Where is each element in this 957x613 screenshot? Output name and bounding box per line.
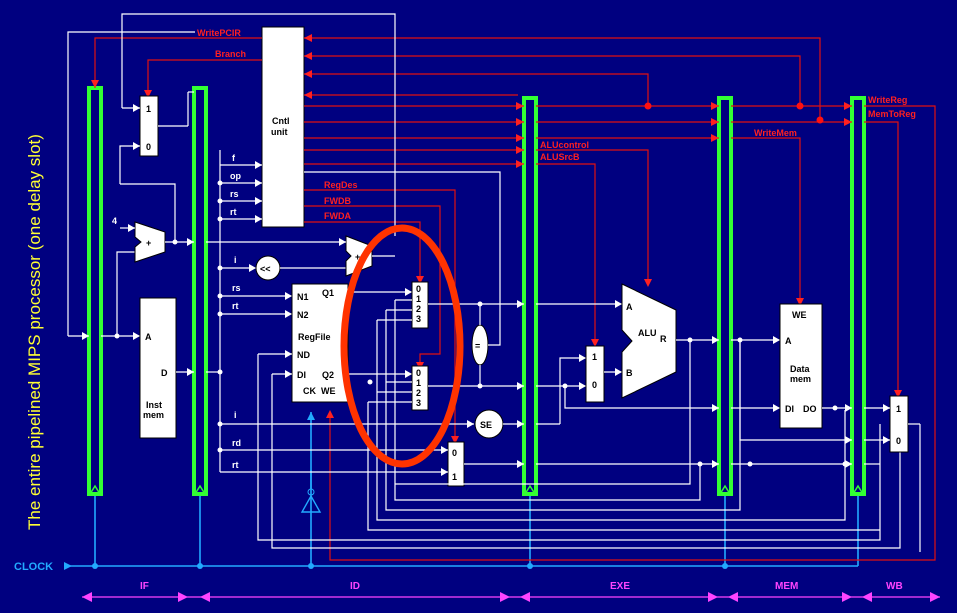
- sig-alucontrol: ALUcontrol: [540, 140, 589, 150]
- id-exe-register: [522, 96, 538, 496]
- svg-text:ND: ND: [297, 350, 310, 360]
- pipeline-diagram: The entire pipelined MIPS processor (one…: [0, 0, 957, 613]
- svg-text:A: A: [785, 336, 792, 346]
- svg-text:+: +: [146, 238, 151, 248]
- sig-fwdb: FWDB: [324, 196, 351, 206]
- sig-memtoreg: MemToReg: [868, 109, 916, 119]
- svg-text:DO: DO: [803, 404, 817, 414]
- svg-text:A: A: [626, 302, 633, 312]
- svg-text:D: D: [161, 368, 168, 378]
- exe-stage: 1 0 ALU A B R: [395, 283, 719, 485]
- sig-writereg: WriteReg: [868, 95, 907, 105]
- cntl-unit-label1: Cntl: [272, 116, 290, 126]
- svg-text:ALU: ALU: [638, 328, 657, 338]
- svg-text:DI: DI: [297, 370, 306, 380]
- cntl-unit-label2: unit: [271, 127, 288, 137]
- svg-text:1: 1: [146, 104, 151, 114]
- svg-text:A: A: [145, 332, 152, 342]
- svg-text:Data: Data: [790, 364, 811, 374]
- const-four: 4: [112, 216, 117, 226]
- svg-text:2: 2: [416, 304, 421, 314]
- control-signals: WritePCIR Branch ALUcontrol ALUSrcB Writ…: [91, 28, 936, 561]
- svg-text:1: 1: [416, 294, 421, 304]
- exe-mem-register: [717, 96, 733, 496]
- svg-text:0: 0: [416, 368, 421, 378]
- stage-id-label: ID: [350, 581, 360, 592]
- svg-text:rd: rd: [232, 438, 241, 448]
- svg-text:<<: <<: [260, 264, 271, 274]
- svg-text:WE: WE: [321, 386, 336, 396]
- svg-text:rs: rs: [232, 283, 241, 293]
- svg-text:N2: N2: [297, 310, 309, 320]
- svg-text:0: 0: [146, 142, 151, 152]
- cntl-in-f: f: [232, 153, 236, 163]
- sig-alusrcb: ALUSrcB: [540, 152, 580, 162]
- cntl-in-rs: rs: [230, 189, 239, 199]
- svg-text:1: 1: [452, 472, 457, 482]
- stage-if-label: IF: [140, 581, 149, 592]
- stage-exe-label: EXE: [610, 581, 630, 592]
- pc-register: [87, 86, 103, 496]
- svg-text:mem: mem: [143, 410, 164, 420]
- svg-text:0: 0: [592, 380, 597, 390]
- svg-text:1: 1: [416, 378, 421, 388]
- cntl-in-rt: rt: [230, 207, 237, 217]
- svg-text:DI: DI: [785, 404, 794, 414]
- svg-text:SE: SE: [480, 420, 492, 430]
- svg-text:3: 3: [416, 398, 421, 408]
- svg-text:N1: N1: [297, 292, 309, 302]
- svg-text:0: 0: [452, 448, 457, 458]
- svg-text:0: 0: [896, 436, 901, 446]
- stage-mem-label: MEM: [775, 581, 798, 592]
- sig-regdes: RegDes: [324, 180, 358, 190]
- pipeline-registers: [87, 86, 866, 496]
- svg-text:1: 1: [592, 352, 597, 362]
- mem-wb-register: [850, 96, 866, 496]
- svg-text:Inst: Inst: [146, 400, 162, 410]
- clock-label: CLOCK: [14, 561, 53, 573]
- svg-text:B: B: [626, 368, 633, 378]
- diagram-title: The entire pipelined MIPS processor (one…: [25, 134, 44, 530]
- diagram-canvas: The entire pipelined MIPS processor (one…: [14, 13, 940, 602]
- svg-text:WE: WE: [792, 310, 807, 320]
- cntl-in-op: op: [230, 171, 241, 181]
- mem-stage: WE A Data mem DI DO: [731, 303, 852, 468]
- svg-text:Q1: Q1: [322, 288, 334, 298]
- svg-text:1: 1: [896, 404, 901, 414]
- svg-text:CK: CK: [303, 386, 316, 396]
- sig-writepcir: WritePCIR: [197, 28, 241, 38]
- svg-text:0: 0: [416, 284, 421, 294]
- wb-stage: 1 0: [864, 395, 921, 552]
- svg-text:R: R: [660, 334, 667, 344]
- sig-writemem: WriteMem: [754, 128, 797, 138]
- svg-text:=: =: [475, 341, 480, 351]
- svg-text:mem: mem: [790, 374, 811, 384]
- svg-text:rt: rt: [232, 460, 239, 470]
- svg-text:rt: rt: [232, 301, 239, 311]
- sig-branch: Branch: [215, 49, 246, 59]
- svg-text:RegFile: RegFile: [298, 332, 331, 342]
- svg-text:Q2: Q2: [322, 370, 334, 380]
- stage-axis: IF ID EXE MEM WB: [82, 581, 940, 602]
- svg-text:3: 3: [416, 314, 421, 324]
- svg-text:i: i: [234, 410, 237, 420]
- highlight-ellipse: [340, 224, 464, 468]
- if-id-register: [192, 86, 208, 496]
- sig-fwda: FWDA: [324, 211, 351, 221]
- stage-wb-label: WB: [886, 581, 903, 592]
- svg-text:i: i: [234, 255, 237, 265]
- svg-text:2: 2: [416, 388, 421, 398]
